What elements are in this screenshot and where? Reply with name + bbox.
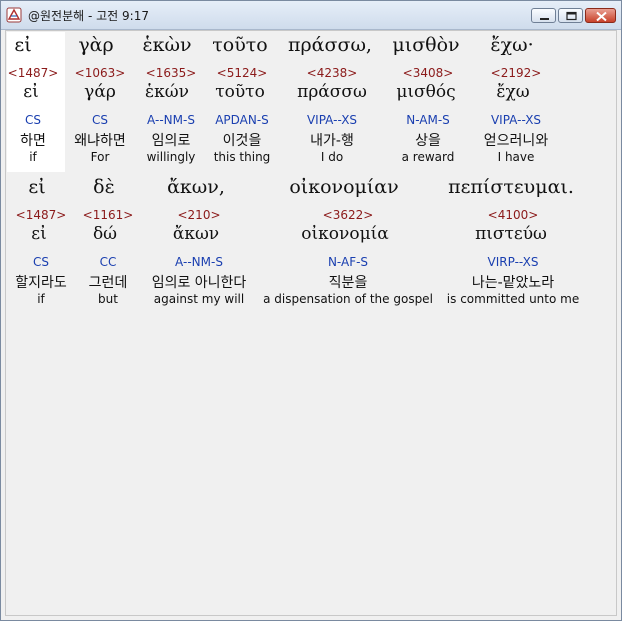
english-gloss: if bbox=[29, 150, 37, 164]
english-gloss: a dispensation of the gospel bbox=[263, 292, 433, 306]
korean-gloss: 이것을 bbox=[222, 133, 262, 149]
strong-number[interactable]: <5124> bbox=[217, 66, 268, 80]
lemma: οἰκονομία bbox=[301, 224, 389, 244]
strong-number[interactable]: <3408> bbox=[403, 66, 454, 80]
morph-code[interactable]: CC bbox=[100, 255, 117, 269]
minimize-icon bbox=[540, 18, 549, 20]
lemma: γάρ bbox=[84, 82, 116, 102]
greek-word[interactable]: πράσσω, bbox=[288, 34, 372, 56]
close-icon bbox=[596, 11, 607, 22]
morph-code[interactable]: CS bbox=[92, 113, 108, 127]
greek-word[interactable]: τοῦτο bbox=[212, 34, 267, 56]
greek-word[interactable]: δὲ bbox=[93, 176, 115, 198]
greek-word[interactable]: ἄκων, bbox=[167, 176, 225, 198]
window-title: @원전분해 - 고전 9:17 bbox=[28, 9, 149, 23]
morph-code[interactable]: APDAN-S bbox=[215, 113, 269, 127]
english-gloss: is committed unto me bbox=[446, 292, 580, 306]
strong-number[interactable]: <1487> bbox=[16, 208, 67, 222]
greek-word[interactable]: γὰρ bbox=[78, 34, 113, 56]
english-gloss: if bbox=[37, 292, 45, 306]
greek-word[interactable]: πεπίστευμαι. bbox=[448, 176, 574, 198]
greek-word[interactable]: οἰκονομίαν bbox=[289, 176, 398, 198]
english-gloss: against my will bbox=[153, 292, 245, 306]
korean-gloss: 상을 bbox=[415, 133, 441, 149]
strong-number[interactable]: <1063> bbox=[75, 66, 126, 80]
app-logo-icon[interactable] bbox=[6, 7, 22, 23]
korean-gloss: 할지라도 bbox=[15, 275, 67, 291]
morph-code[interactable]: VIPA--XS bbox=[307, 113, 357, 127]
maximize-icon bbox=[566, 11, 577, 21]
strong-number[interactable]: <4238> bbox=[307, 66, 358, 80]
close-button[interactable] bbox=[585, 8, 616, 23]
english-gloss: I have bbox=[497, 150, 535, 164]
strong-number[interactable]: <3622> bbox=[323, 208, 374, 222]
lemma: μισθός bbox=[396, 82, 456, 102]
strong-number[interactable]: <210> bbox=[177, 208, 220, 222]
strong-number[interactable]: <4100> bbox=[488, 208, 539, 222]
strong-number[interactable]: <1635> bbox=[146, 66, 197, 80]
korean-gloss: 직분을 bbox=[328, 275, 368, 291]
title-bar[interactable]: @원전분해 - 고전 9:17 bbox=[1, 1, 621, 30]
morph-code[interactable]: N-AF-S bbox=[328, 255, 368, 269]
lemma: δώ bbox=[92, 224, 118, 244]
morph-code[interactable]: A--NM-S bbox=[147, 113, 195, 127]
korean-gloss: 내가-행 bbox=[310, 133, 354, 149]
lemma: πράσσω bbox=[297, 82, 367, 102]
lemma: τοῦτο bbox=[215, 82, 265, 102]
korean-gloss: 나는-맡았노라 bbox=[471, 275, 555, 291]
lemma: εἰ bbox=[31, 224, 47, 244]
english-gloss: I do bbox=[320, 150, 344, 164]
morph-code[interactable]: A--NM-S bbox=[175, 255, 223, 269]
greek-word[interactable]: μισθὸν bbox=[392, 34, 459, 56]
korean-gloss: 왜냐하면 bbox=[74, 133, 126, 149]
morph-code[interactable]: VIRP--XS bbox=[488, 255, 539, 269]
english-gloss: For bbox=[90, 150, 110, 164]
greek-word[interactable]: εἰ bbox=[14, 34, 31, 56]
morph-code[interactable]: N-AM-S bbox=[406, 113, 450, 127]
lemma: ἄκων bbox=[172, 224, 220, 244]
greek-word[interactable]: ἔχω· bbox=[490, 34, 533, 56]
morph-code[interactable]: CS bbox=[33, 255, 49, 269]
korean-gloss: 하면 bbox=[20, 133, 46, 149]
greek-word[interactable]: εἰ bbox=[28, 176, 45, 198]
lemma: ἑκών bbox=[145, 82, 189, 102]
english-gloss: willingly bbox=[146, 150, 196, 164]
maximize-button[interactable] bbox=[558, 8, 583, 23]
lemma: ἔχω bbox=[496, 82, 530, 102]
lemma: εἰ bbox=[23, 82, 39, 102]
korean-gloss: 임의로 아니한다 bbox=[151, 275, 247, 291]
korean-gloss: 얻으러니와 bbox=[483, 133, 549, 149]
interlinear-panel: εἰ <1487> εἰ CS 하면 if γὰρ <1063> γάρ CS … bbox=[5, 30, 617, 616]
korean-gloss: 임의로 bbox=[151, 133, 191, 149]
english-gloss: a reward bbox=[401, 150, 455, 164]
korean-gloss: 그런데 bbox=[88, 275, 128, 291]
app-window: @원전분해 - 고전 9:17 εἰ <1487> εἰ CS 하면 if γὰ… bbox=[0, 0, 622, 621]
strong-number[interactable]: <2192> bbox=[491, 66, 542, 80]
lemma: πιστεύω bbox=[475, 224, 547, 244]
minimize-button[interactable] bbox=[531, 8, 556, 23]
english-gloss: this thing bbox=[213, 150, 271, 164]
english-gloss: but bbox=[98, 292, 118, 306]
strong-number[interactable]: <1487> bbox=[8, 66, 59, 80]
strong-number[interactable]: <1161> bbox=[83, 208, 134, 222]
morph-code[interactable]: CS bbox=[25, 113, 41, 127]
morph-code[interactable]: VIPA--XS bbox=[491, 113, 541, 127]
greek-word[interactable]: ἑκὼν bbox=[142, 34, 191, 56]
